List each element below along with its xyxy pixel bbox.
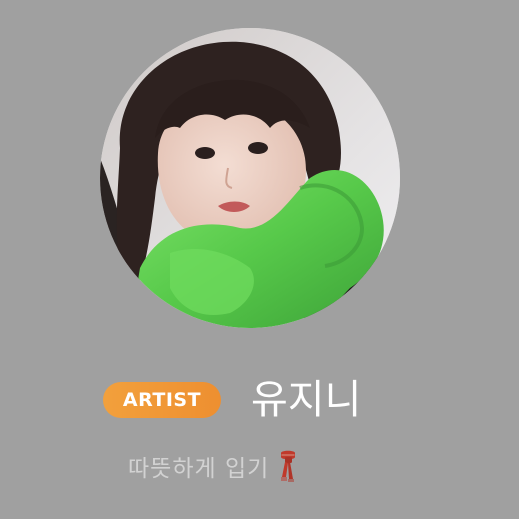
display-name: 유지니 xyxy=(251,377,362,423)
status-row[interactable]: 따뜻하게 입기 xyxy=(128,446,299,486)
status-message: 따뜻하게 입기 xyxy=(128,456,270,482)
role-badge: ARTIST xyxy=(103,382,221,418)
profile-card: ARTIST 유지니 따뜻하게 입기 xyxy=(0,0,519,519)
name-row: ARTIST 유지니 xyxy=(103,372,361,428)
scarf-icon xyxy=(277,449,299,483)
profile-photo xyxy=(100,28,400,328)
avatar[interactable] xyxy=(100,28,400,328)
